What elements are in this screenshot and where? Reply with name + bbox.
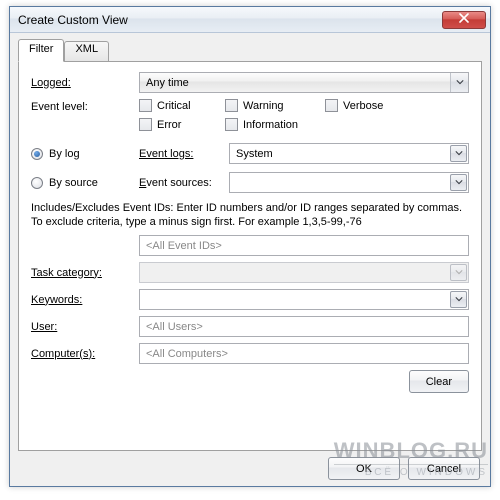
computers-input[interactable]: <All Computers> xyxy=(139,343,469,364)
checkbox-error[interactable]: Error xyxy=(139,118,225,131)
tab-xml-label: XML xyxy=(75,43,98,55)
clear-button-label: Clear xyxy=(426,376,452,388)
checkbox-box xyxy=(139,118,152,131)
event-sources-combo-button[interactable] xyxy=(450,174,467,191)
checkbox-error-label: Error xyxy=(157,119,181,131)
event-ids-placeholder: <All Event IDs> xyxy=(146,240,222,252)
create-custom-view-dialog: Create Custom View Filter XML Logged: xyxy=(9,6,491,487)
tab-filter-label: Filter xyxy=(29,43,53,55)
radio-by-source[interactable] xyxy=(31,177,43,189)
window-close-button[interactable] xyxy=(442,11,486,29)
ok-button-label: OK xyxy=(356,463,372,475)
event-ids-input[interactable]: <All Event IDs> xyxy=(139,235,469,256)
client-area: Filter XML Logged: Any time xyxy=(10,33,490,486)
keywords-combo[interactable] xyxy=(139,289,469,310)
chevron-down-icon xyxy=(455,267,463,279)
checkbox-verbose-label: Verbose xyxy=(343,100,383,112)
task-category-combo[interactable] xyxy=(139,262,469,283)
filter-panel: Logged: Any time Event level: xyxy=(18,61,482,451)
cancel-button[interactable]: Cancel xyxy=(408,457,480,480)
window-title: Create Custom View xyxy=(18,13,442,27)
checkbox-information-label: Information xyxy=(243,119,298,131)
clear-button[interactable]: Clear xyxy=(409,370,469,393)
event-logs-value: System xyxy=(236,148,449,160)
user-label: User: xyxy=(31,321,139,333)
checkbox-box xyxy=(325,99,338,112)
checkbox-critical[interactable]: Critical xyxy=(139,99,225,112)
logged-label: Logged: xyxy=(31,77,139,89)
task-category-combo-button[interactable] xyxy=(450,264,467,281)
logged-combo-value: Any time xyxy=(146,77,450,89)
logged-label-text: Logged: xyxy=(31,77,71,89)
chevron-down-icon xyxy=(455,148,463,160)
event-logs-label: Event logs: xyxy=(139,148,193,160)
keywords-label: Keywords: xyxy=(31,294,139,306)
radio-by-log[interactable] xyxy=(31,148,43,160)
tab-xml[interactable]: XML xyxy=(64,41,109,61)
tab-strip: Filter XML xyxy=(18,39,482,61)
event-sources-label: Event sources: xyxy=(139,177,212,189)
chevron-down-icon xyxy=(455,294,463,306)
checkbox-warning[interactable]: Warning xyxy=(225,99,325,112)
checkbox-box xyxy=(225,99,238,112)
user-input[interactable]: <All Users> xyxy=(139,316,469,337)
checkbox-verbose[interactable]: Verbose xyxy=(325,99,411,112)
computers-placeholder: <All Computers> xyxy=(146,348,228,360)
event-sources-combo[interactable] xyxy=(229,172,469,193)
event-ids-help: Includes/Excludes Event IDs: Enter ID nu… xyxy=(31,201,469,229)
event-level-label: Event level: xyxy=(31,99,139,113)
task-category-label: Task category: xyxy=(31,267,139,279)
tab-filter[interactable]: Filter xyxy=(18,39,64,62)
close-icon xyxy=(459,13,469,26)
logged-combo-button[interactable] xyxy=(450,73,468,92)
logged-combo[interactable]: Any time xyxy=(139,72,469,93)
event-logs-combo-button[interactable] xyxy=(450,145,467,162)
ok-button[interactable]: OK xyxy=(328,457,400,480)
title-bar: Create Custom View xyxy=(10,7,490,33)
checkbox-critical-label: Critical xyxy=(157,100,191,112)
computers-label: Computer(s): xyxy=(31,348,139,360)
radio-by-log-label: By log xyxy=(49,148,80,160)
cancel-button-label: Cancel xyxy=(427,463,461,475)
checkbox-warning-label: Warning xyxy=(243,100,284,112)
user-placeholder: <All Users> xyxy=(146,321,203,333)
checkbox-box xyxy=(139,99,152,112)
keywords-combo-button[interactable] xyxy=(450,291,467,308)
checkbox-box xyxy=(225,118,238,131)
chevron-down-icon xyxy=(456,77,464,89)
radio-by-source-label: By source xyxy=(49,177,98,189)
checkbox-information[interactable]: Information xyxy=(225,118,325,131)
dialog-button-row: OK Cancel xyxy=(18,451,482,480)
chevron-down-icon xyxy=(455,177,463,189)
event-logs-combo[interactable]: System xyxy=(229,143,469,164)
